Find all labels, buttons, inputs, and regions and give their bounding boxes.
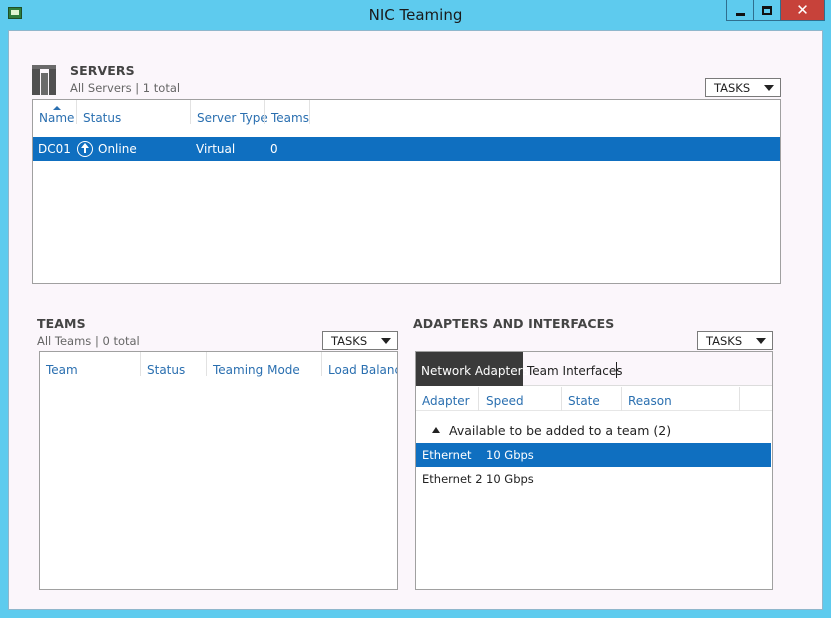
server-status: Online — [98, 142, 137, 156]
adapter-name: Ethernet 2 — [422, 472, 483, 486]
servers-tasks-label: TASKS — [714, 80, 751, 95]
col-header-teaming-mode[interactable]: Teaming Mode — [213, 363, 300, 377]
close-button[interactable]: ✕ — [780, 0, 825, 21]
server-type: Virtual — [196, 142, 236, 156]
adapters-tasks-button[interactable]: TASKS — [697, 331, 773, 350]
col-header-teams[interactable]: Teams — [271, 111, 309, 125]
table-row[interactable]: DC01 Online Virtual 0 — [33, 137, 780, 161]
group-header-available[interactable]: Available to be added to a team (2) — [449, 423, 671, 438]
sort-ascending-icon — [53, 106, 61, 110]
chevron-down-icon — [381, 338, 391, 344]
col-header-load-balancing[interactable]: Load Balancin — [328, 363, 397, 377]
servers-title: SERVERS — [70, 63, 135, 78]
online-arrow-icon — [77, 141, 93, 157]
maximize-button[interactable] — [753, 0, 780, 21]
tab-network-adapters[interactable]: Network Adapters — [416, 352, 529, 386]
tab-divider — [616, 362, 617, 378]
close-icon: ✕ — [796, 0, 809, 19]
col-header-adapter[interactable]: Adapter — [422, 394, 470, 408]
adapters-header-row: Adapter Speed State Reason — [416, 387, 772, 411]
table-row[interactable]: Ethernet 10 Gbps — [416, 443, 771, 467]
teams-table: Team Status Teaming Mode Load Balancin — [39, 351, 398, 590]
minimize-button[interactable] — [726, 0, 753, 21]
title-bar[interactable]: NIC Teaming ✕ — [0, 0, 831, 30]
maximize-icon — [762, 5, 772, 15]
col-header-speed[interactable]: Speed — [486, 394, 524, 408]
nic-teaming-window: NIC Teaming ✕ SERVERS All Servers | 1 to… — [0, 0, 831, 618]
minimize-icon — [735, 12, 745, 16]
chevron-down-icon — [764, 85, 774, 91]
col-header-team-status[interactable]: Status — [147, 363, 185, 377]
col-header-name[interactable]: Name — [39, 111, 74, 125]
server-teams-count: 0 — [270, 142, 278, 156]
col-header-status[interactable]: Status — [83, 111, 121, 125]
teams-subtitle: All Teams | 0 total — [37, 334, 140, 348]
col-header-reason[interactable]: Reason — [628, 394, 672, 408]
collapse-triangle-icon[interactable] — [432, 427, 440, 433]
servers-subtitle: All Servers | 1 total — [70, 81, 181, 95]
servers-table: Name Status Server Type Teams DC01 Onlin… — [32, 99, 781, 284]
teams-title: TEAMS — [37, 316, 86, 331]
adapter-speed: 10 Gbps — [486, 472, 534, 486]
chevron-down-icon — [756, 338, 766, 344]
adapter-name: Ethernet — [422, 448, 472, 462]
server-name: DC01 — [38, 142, 71, 156]
col-header-server-type[interactable]: Server Type — [197, 111, 268, 125]
client-area: SERVERS All Servers | 1 total TASKS Name… — [8, 30, 823, 610]
window-title: NIC Teaming — [368, 6, 463, 24]
servers-tasks-button[interactable]: TASKS — [705, 78, 781, 97]
adapters-title: ADAPTERS AND INTERFACES — [413, 316, 615, 331]
servers-icon — [32, 65, 62, 95]
adapter-speed: 10 Gbps — [486, 448, 534, 462]
col-header-state[interactable]: State — [568, 394, 600, 408]
adapters-tasks-label: TASKS — [706, 333, 743, 348]
teams-tasks-label: TASKS — [331, 333, 368, 348]
table-row[interactable]: Ethernet 2 10 Gbps — [416, 467, 771, 491]
teams-tasks-button[interactable]: TASKS — [322, 331, 398, 350]
adapters-panel: Network Adapters Team Interfaces Adapter… — [415, 351, 773, 590]
col-header-team[interactable]: Team — [46, 363, 78, 377]
tab-team-interfaces[interactable]: Team Interfaces — [527, 364, 623, 378]
